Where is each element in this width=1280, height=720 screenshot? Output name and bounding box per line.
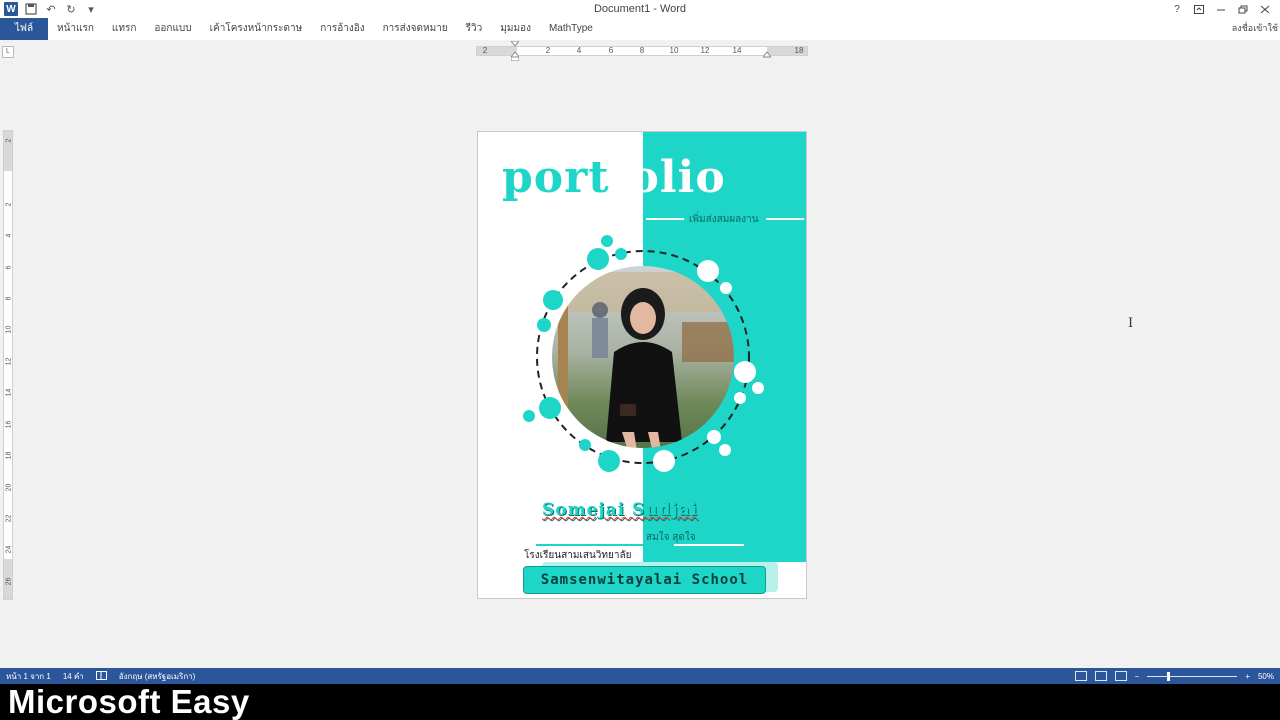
- ruler-number: 10: [669, 46, 679, 55]
- ruler-number: 2: [482, 46, 488, 55]
- ruler-number: 6: [608, 46, 614, 55]
- redo-icon[interactable]: ↻: [64, 2, 78, 16]
- right-indent-marker-icon[interactable]: [763, 50, 771, 58]
- ruler-number: 2: [5, 138, 13, 143]
- window-title: Document1 - Word: [593, 3, 687, 15]
- ruler-number: 12: [5, 357, 13, 366]
- name-underline-white: [674, 544, 744, 546]
- close-icon[interactable]: [1254, 0, 1276, 18]
- horizontal-ruler[interactable]: 2 2 4 6 8 10 12 14 18: [476, 41, 808, 61]
- ruler-number: 14: [5, 388, 13, 397]
- word-logo-icon[interactable]: W: [4, 2, 18, 16]
- portfolio-title[interactable]: portfolio: [502, 152, 726, 203]
- proofing-icon[interactable]: [90, 670, 113, 682]
- zoom-in-button[interactable]: +: [1245, 672, 1250, 681]
- ruler-area: L 2 2 4 6 8 10 12 14 18: [0, 40, 1280, 62]
- video-caption-band: Microsoft Easy: [0, 684, 1280, 720]
- name-thai[interactable]: สมใจ สุดใจ: [646, 530, 696, 545]
- ruler-number: 4: [5, 233, 13, 238]
- status-bar: หน้า 1 จาก 1 14 คำ อังกฤษ (สหรัฐอเมริกา)…: [0, 668, 1280, 684]
- restore-icon[interactable]: [1232, 0, 1254, 18]
- title-part-white: folio: [609, 152, 726, 203]
- ruler-number: 22: [5, 514, 13, 523]
- print-layout-button[interactable]: [1094, 671, 1107, 681]
- tab-mathtype[interactable]: MathType: [540, 18, 602, 40]
- zoom-level[interactable]: 50%: [1258, 672, 1274, 681]
- name-english[interactable]: Somejai Sudjai: [542, 500, 698, 520]
- ruler-number: 2: [545, 46, 551, 55]
- ribbon-display-options-icon[interactable]: [1188, 0, 1210, 18]
- tab-page-layout[interactable]: เค้าโครงหน้ากระดาษ: [201, 18, 312, 40]
- read-mode-button[interactable]: [1074, 671, 1087, 681]
- school-banner[interactable]: Samsenwitayalai School: [523, 566, 766, 594]
- ruler-number: 4: [576, 46, 582, 55]
- zoom-slider[interactable]: [1147, 671, 1238, 681]
- save-icon[interactable]: [24, 2, 38, 16]
- tab-mailings[interactable]: การส่งจดหมาย: [374, 18, 457, 40]
- status-bar-right: − + 50%: [1074, 668, 1274, 684]
- ruler-number: 18: [5, 451, 13, 460]
- ruler-number: 10: [5, 325, 13, 334]
- tab-review[interactable]: รีวิว: [457, 18, 492, 40]
- customize-qat-icon[interactable]: ▾: [84, 2, 98, 16]
- ruler-number: 8: [639, 46, 645, 55]
- zoom-slider-thumb[interactable]: [1167, 671, 1171, 681]
- tab-insert[interactable]: แทรก: [103, 18, 145, 40]
- ruler-number: 12: [700, 46, 710, 55]
- tab-selector[interactable]: L: [2, 46, 14, 58]
- ruler-number: 18: [794, 46, 804, 55]
- title-bar: W ↶ ↻ ▾ Document1 - Word ?: [0, 0, 1280, 18]
- page-count[interactable]: หน้า 1 จาก 1: [0, 670, 57, 683]
- tab-file[interactable]: ไฟล์: [0, 18, 48, 40]
- profile-photo-frame[interactable]: [522, 232, 772, 482]
- subtitle-line-right: [766, 218, 804, 220]
- indent-marker-icon[interactable]: [511, 41, 519, 61]
- web-layout-button[interactable]: [1114, 671, 1127, 681]
- ruler-number: 14: [732, 46, 742, 55]
- minimize-icon[interactable]: [1210, 0, 1232, 18]
- tab-design[interactable]: ออกแบบ: [145, 18, 200, 40]
- help-icon[interactable]: ?: [1166, 0, 1188, 18]
- language-indicator[interactable]: อังกฤษ (สหรัฐอเมริกา): [113, 670, 202, 683]
- subtitle-text[interactable]: เพิ่มส่งสมผลงาน: [689, 212, 759, 227]
- undo-icon[interactable]: ↶: [44, 2, 58, 16]
- tab-home[interactable]: หน้าแรก: [48, 18, 103, 40]
- tab-references[interactable]: การอ้างอิง: [311, 18, 373, 40]
- zoom-out-button[interactable]: −: [1135, 672, 1140, 681]
- word-window: W ↶ ↻ ▾ Document1 - Word ? ไฟล์ หน้าแรก …: [0, 0, 1280, 720]
- subtitle-line-left: [646, 218, 684, 220]
- ribbon-tabs: ไฟล์ หน้าแรก แทรก ออกแบบ เค้าโครงหน้ากระ…: [0, 18, 1280, 40]
- caption-text: Microsoft Easy: [8, 683, 250, 720]
- word-count[interactable]: 14 คำ: [57, 670, 90, 683]
- ruler-number: 6: [5, 265, 13, 270]
- window-controls: ?: [1166, 0, 1276, 18]
- title-part-teal: port: [502, 152, 610, 203]
- profile-photo: [552, 266, 734, 448]
- ruler-number: 24: [5, 545, 13, 554]
- document-page[interactable]: portfolio เพิ่มส่งสมผลงาน Somejai Sudjai…: [477, 131, 807, 599]
- quick-access-toolbar: W ↶ ↻ ▾: [0, 0, 98, 18]
- school-name-thai[interactable]: โรงเรียนสามเสนวิทยาลัย: [524, 548, 631, 563]
- ruler-number: 8: [5, 296, 13, 301]
- school-name-english: Samsenwitayalai School: [540, 572, 749, 588]
- vertical-ruler[interactable]: 2 2 4 6 8 10 12 14 16 18 20 22 24 26: [3, 130, 13, 600]
- ruler-number: 16: [5, 420, 13, 429]
- ruler-number: 2: [5, 202, 13, 207]
- text-cursor-icon: I: [1128, 316, 1134, 331]
- ruler-number: 26: [5, 577, 13, 586]
- tab-view[interactable]: มุมมอง: [491, 18, 540, 40]
- sign-in-link[interactable]: ลงชื่อเข้าใช้: [1232, 21, 1278, 35]
- ruler-number: 20: [5, 483, 13, 492]
